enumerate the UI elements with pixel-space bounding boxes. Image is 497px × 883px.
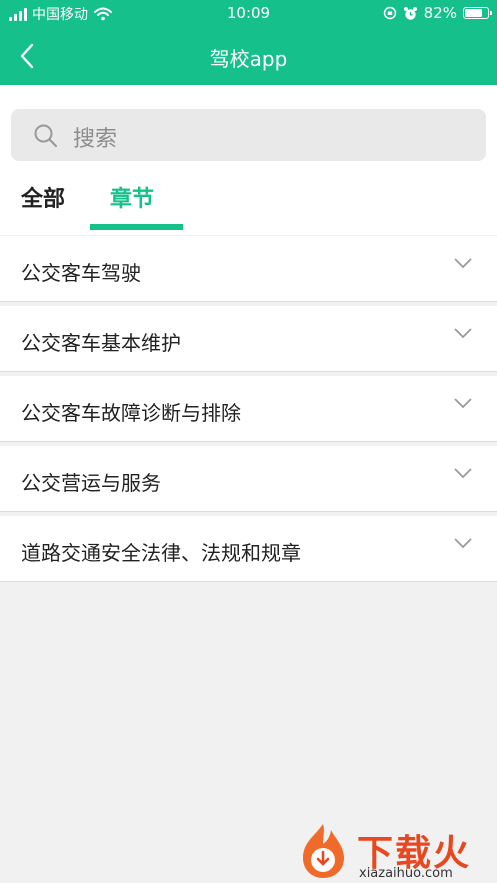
- search-icon: [34, 124, 58, 148]
- chapter-label: 公交营运与服务: [21, 471, 161, 495]
- battery-fill: [465, 9, 483, 17]
- battery-percent: 82%: [423, 4, 457, 22]
- active-tab-indicator: [90, 224, 183, 230]
- watermark-url: xiazaihuo.com: [359, 866, 453, 881]
- chevron-down-icon: [454, 468, 472, 479]
- rotation-lock-icon: [383, 6, 396, 20]
- status-bar: 中国移动 10:09 82%: [0, 0, 497, 28]
- search-placeholder: 搜索: [73, 127, 118, 152]
- chevron-down-icon: [454, 398, 472, 409]
- chapter-label: 公交客车基本维护: [21, 331, 181, 355]
- flame-logo-icon: [303, 824, 344, 878]
- chapter-item[interactable]: 公交客车故障诊断与排除: [0, 376, 497, 442]
- search-input[interactable]: 搜索: [11, 109, 486, 161]
- chevron-down-icon: [454, 538, 472, 549]
- search-and-tabs: 搜索 全部 章节: [0, 85, 497, 235]
- chevron-down-icon: [454, 328, 472, 339]
- chapter-label: 公交客车故障诊断与排除: [21, 401, 241, 425]
- tab-all[interactable]: 全部: [21, 181, 65, 213]
- chapter-item[interactable]: 公交客车驾驶: [0, 236, 497, 302]
- chapter-item[interactable]: 道路交通安全法律、法规和规章: [0, 516, 497, 582]
- battery-icon: [463, 7, 492, 19]
- watermark: 下载火 xiazaihuo.com: [293, 818, 497, 883]
- chapter-list: 公交客车驾驶 公交客车基本维护 公交客车故障诊断与排除 公交营运与服务 道路交通…: [0, 236, 497, 586]
- status-right: 82%: [383, 4, 492, 22]
- app-header: 中国移动 10:09 82% 驾校app: [0, 0, 497, 85]
- tab-chapters[interactable]: 章节: [110, 181, 154, 213]
- chapter-label: 公交客车驾驶: [21, 261, 141, 285]
- chapter-label: 道路交通安全法律、法规和规章: [21, 541, 301, 565]
- chapter-item[interactable]: 公交客车基本维护: [0, 306, 497, 372]
- chevron-down-icon: [454, 258, 472, 269]
- chapter-item[interactable]: 公交营运与服务: [0, 446, 497, 512]
- page-title: 驾校app: [209, 47, 288, 71]
- alarm-icon: [403, 6, 417, 20]
